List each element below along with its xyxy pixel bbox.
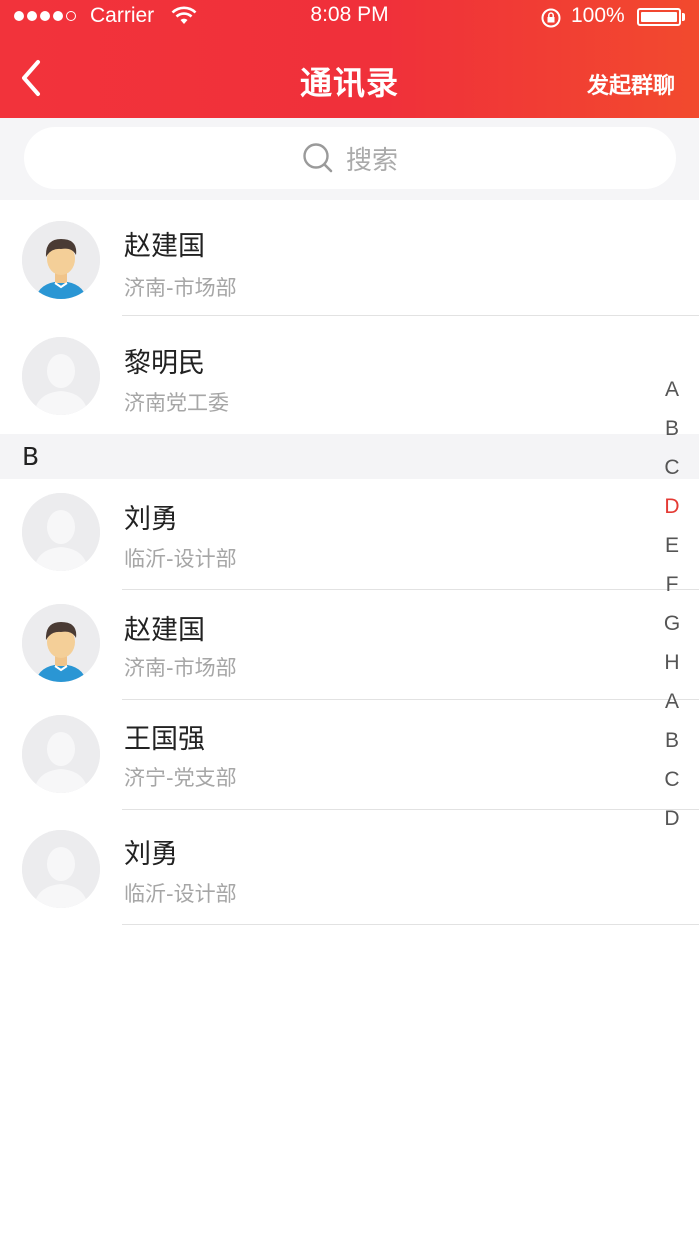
header-bar: Carrier 8:08 PM 100% 通讯录 发起群聊	[0, 0, 699, 118]
contact-department: 济宁-党支部	[124, 766, 237, 790]
rotation-lock-icon	[541, 8, 561, 28]
search-area: 搜索	[0, 118, 699, 200]
contact-name: 黎明民	[124, 348, 205, 379]
contact-department: 济南-市场部	[124, 276, 237, 300]
contact-row[interactable]: 刘勇 临沂-设计部	[0, 810, 699, 926]
divider	[122, 924, 699, 925]
divider	[122, 315, 699, 316]
index-letter[interactable]: C	[652, 456, 692, 480]
contact-name: 刘勇	[124, 839, 178, 870]
index-letter[interactable]: B	[652, 729, 692, 753]
contact-row[interactable]: 赵建国 济南-市场部	[0, 200, 699, 316]
contact-name: 赵建国	[124, 231, 205, 262]
index-letter[interactable]: A	[652, 690, 692, 714]
index-letter[interactable]: H	[652, 651, 692, 675]
contact-row[interactable]: 赵建国 济南-市场部	[0, 590, 699, 706]
start-group-chat-button[interactable]: 发起群聊	[587, 68, 675, 100]
index-letter-active[interactable]: D	[652, 495, 692, 519]
male-avatar-icon	[22, 604, 100, 682]
section-letter: B	[22, 442, 40, 471]
index-letter[interactable]: G	[652, 612, 692, 636]
contact-row[interactable]: 王国强 济宁-党支部	[0, 700, 699, 816]
index-letter[interactable]: C	[652, 768, 692, 792]
index-letter[interactable]: F	[652, 573, 692, 597]
search-input[interactable]: 搜索	[24, 127, 676, 189]
contact-row[interactable]: 黎明民 济南党工委	[0, 317, 699, 433]
contact-department: 临沂-设计部	[124, 882, 237, 906]
contact-name: 王国强	[124, 724, 205, 755]
contact-department: 临沂-设计部	[124, 547, 237, 571]
male-avatar-icon	[22, 221, 100, 299]
search-icon	[303, 143, 333, 173]
index-letter[interactable]: D	[652, 807, 692, 831]
contact-department: 济南-市场部	[124, 656, 237, 680]
battery-cap	[682, 13, 685, 21]
section-header: B	[0, 434, 699, 479]
contact-name: 赵建国	[124, 615, 205, 646]
index-letter[interactable]: B	[652, 417, 692, 441]
battery-percent: 100%	[571, 4, 625, 27]
placeholder-avatar-icon	[22, 715, 100, 793]
placeholder-avatar-icon	[22, 493, 100, 571]
contact-row[interactable]: 刘勇 临沂-设计部	[0, 479, 699, 595]
index-letter[interactable]: A	[652, 378, 692, 402]
placeholder-avatar-icon	[22, 337, 100, 415]
placeholder-avatar-icon	[22, 830, 100, 908]
contact-department: 济南党工委	[124, 391, 229, 415]
index-letter[interactable]: E	[652, 534, 692, 558]
status-bar: Carrier 8:08 PM 100%	[0, 0, 699, 34]
search-placeholder: 搜索	[345, 145, 398, 176]
contact-name: 刘勇	[124, 504, 178, 535]
battery-icon	[637, 8, 681, 26]
